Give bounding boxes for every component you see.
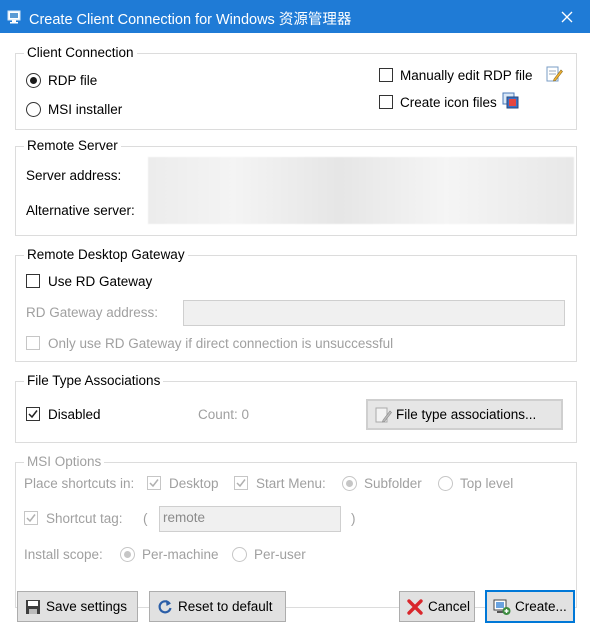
save-settings-button[interactable]: Save settings [17, 591, 138, 622]
only-use-gateway-label[interactable]: Only use RD Gateway if direct connection… [48, 336, 393, 352]
reset-to-default-label: Reset to default [178, 599, 273, 614]
rd-gateway-address-label: RD Gateway address: [26, 305, 159, 320]
manually-edit-rdp-label[interactable]: Manually edit RDP file [400, 68, 533, 84]
shortcut-tag-checkbox[interactable] [24, 511, 38, 525]
use-rd-gateway-checkbox[interactable] [26, 274, 40, 288]
app-icon [7, 9, 23, 25]
client-connection-group-label: Client Connection [24, 45, 137, 61]
count-label: Count: 0 [198, 407, 250, 422]
shortcut-tag-paren-open: ( [143, 511, 148, 526]
per-user-radio[interactable] [232, 547, 247, 562]
only-use-gateway-checkbox[interactable] [26, 336, 40, 350]
close-icon [561, 11, 573, 22]
start-menu-checkbox[interactable] [234, 476, 248, 490]
server-address-label: Server address: [26, 168, 122, 183]
install-scope-label: Install scope: [24, 547, 103, 562]
msi-options-group-label: MSI Options [24, 454, 105, 470]
rd-gateway-group-label: Remote Desktop Gateway [24, 247, 188, 263]
subfolder-label[interactable]: Subfolder [364, 476, 422, 492]
shortcut-tag-input[interactable]: remote [159, 506, 341, 532]
top-level-label[interactable]: Top level [460, 476, 513, 492]
edit-rdp-icon [545, 65, 563, 87]
create-icon-files-label[interactable]: Create icon files [400, 95, 497, 111]
disabled-checkbox[interactable] [26, 407, 40, 421]
top-level-radio[interactable] [438, 476, 453, 491]
use-rd-gateway-label[interactable]: Use RD Gateway [48, 274, 152, 290]
redacted-server-fields[interactable] [148, 157, 574, 224]
icon-files-icon [502, 92, 520, 114]
save-settings-label: Save settings [46, 599, 128, 614]
per-user-label[interactable]: Per-user [254, 547, 306, 563]
save-icon [24, 598, 42, 616]
place-shortcuts-label: Place shortcuts in: [24, 476, 135, 491]
close-button[interactable] [544, 0, 590, 33]
start-menu-label[interactable]: Start Menu: [256, 476, 326, 492]
reset-to-default-button[interactable]: Reset to default [149, 591, 286, 622]
subfolder-radio[interactable] [342, 476, 357, 491]
desktop-checkbox[interactable] [147, 476, 161, 490]
cancel-label: Cancel [428, 599, 471, 614]
window-title: Create Client Connection for Windows 资源管… [29, 12, 352, 28]
file-type-associations-button-label: File type associations... [396, 407, 537, 422]
rd-gateway-address-input[interactable] [183, 300, 565, 326]
per-machine-label[interactable]: Per-machine [142, 547, 219, 563]
create-icon [493, 598, 511, 616]
manually-edit-rdp-checkbox[interactable] [379, 68, 393, 82]
cancel-button[interactable]: Cancel [399, 591, 475, 622]
create-label: Create... [515, 599, 567, 614]
dialog-body: Client Connection RDP file MSI installer… [0, 33, 590, 638]
file-types-icon [374, 406, 392, 424]
client-connection-group: Client Connection [15, 45, 577, 130]
alternative-server-label: Alternative server: [26, 203, 135, 218]
create-button[interactable]: Create... [485, 590, 575, 623]
shortcut-tag-label[interactable]: Shortcut tag: [46, 511, 123, 527]
file-type-associations-button[interactable]: File type associations... [366, 399, 563, 430]
msi-installer-label[interactable]: MSI installer [48, 102, 122, 118]
shortcut-tag-paren-close: ) [351, 511, 356, 526]
remote-server-group-label: Remote Server [24, 138, 121, 154]
disabled-label[interactable]: Disabled [48, 407, 101, 423]
title-bar: Create Client Connection for Windows 资源管… [0, 0, 590, 33]
desktop-label[interactable]: Desktop [169, 476, 219, 492]
rdp-file-radio[interactable] [26, 73, 41, 88]
rdp-file-label[interactable]: RDP file [48, 73, 97, 89]
cancel-icon [406, 598, 424, 616]
reset-icon [156, 598, 174, 616]
per-machine-radio[interactable] [120, 547, 135, 562]
create-icon-files-checkbox[interactable] [379, 95, 393, 109]
msi-installer-radio[interactable] [26, 102, 41, 117]
file-type-associations-group-label: File Type Associations [24, 373, 164, 389]
